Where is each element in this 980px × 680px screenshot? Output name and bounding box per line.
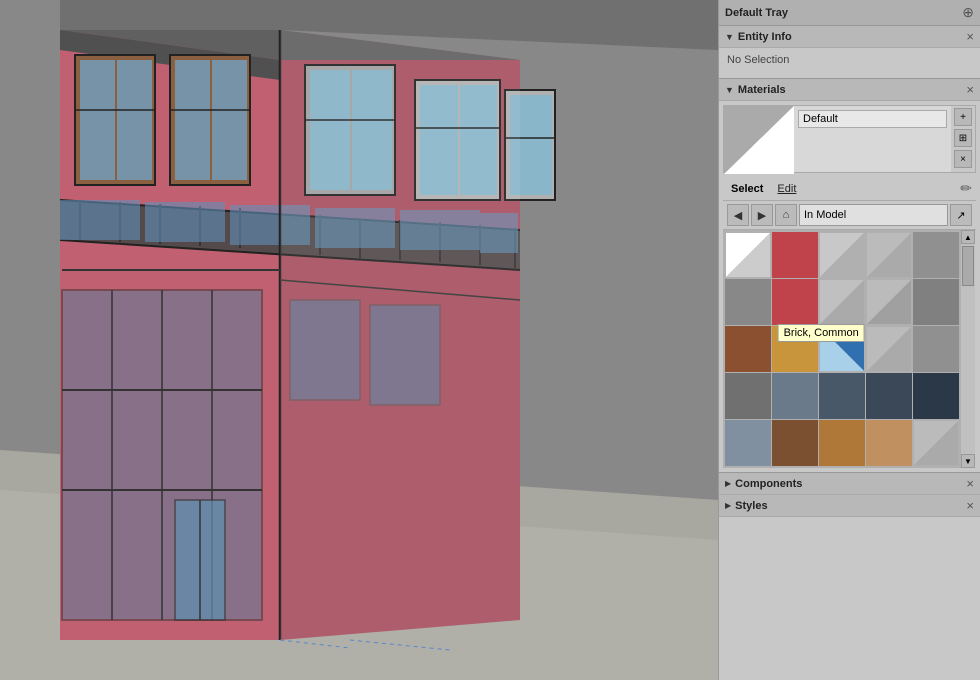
material-cell-2[interactable] xyxy=(819,232,865,278)
material-cell-21[interactable] xyxy=(772,420,818,466)
material-preview-row: + ⊞ × xyxy=(723,105,976,173)
material-side-icons: + ⊞ × xyxy=(951,106,975,172)
material-cell-9[interactable] xyxy=(913,279,959,325)
tray-title: Default Tray xyxy=(725,7,788,19)
entity-info-close[interactable]: × xyxy=(966,30,974,43)
tab-pencil-icon[interactable]: ✏ xyxy=(960,180,972,197)
material-grid-wrapper: Brick, Common xyxy=(723,230,976,468)
styles-close[interactable]: × xyxy=(966,498,974,513)
tab-select[interactable]: Select xyxy=(727,181,767,197)
nav-back-button[interactable]: ◀ xyxy=(727,204,749,226)
scroll-up-button[interactable]: ▲ xyxy=(961,230,975,244)
material-name-area xyxy=(794,106,951,172)
material-cell-18[interactable] xyxy=(866,373,912,419)
material-cell-14[interactable] xyxy=(913,326,959,372)
materials-close[interactable]: × xyxy=(966,83,974,96)
tray-header: Default Tray ⊕ xyxy=(719,0,980,26)
material-scrollbar[interactable]: ▲ ▼ xyxy=(961,230,975,468)
material-cell-3[interactable] xyxy=(866,232,912,278)
components-title: Components xyxy=(735,478,966,490)
materials-panel: ▼ Materials × + ⊞ × xyxy=(719,79,980,473)
entity-info-header[interactable]: ▼ Entity Info × xyxy=(719,26,980,48)
materials-title: Materials xyxy=(738,84,786,96)
material-cell-11[interactable] xyxy=(772,326,818,372)
components-close[interactable]: × xyxy=(966,476,974,491)
material-collection-dropdown[interactable]: In Model Colors Brick and Cladding xyxy=(799,204,948,226)
viewport-3d[interactable] xyxy=(0,0,718,680)
material-nav-row: ◀ ▶ ⌂ In Model Colors Brick and Cladding… xyxy=(723,201,976,230)
material-cell-20[interactable] xyxy=(725,420,771,466)
material-cell-1[interactable] xyxy=(772,232,818,278)
entity-info-body: No Selection xyxy=(719,48,980,78)
nav-forward-button[interactable]: ▶ xyxy=(751,204,773,226)
tray-pin-icon[interactable]: ⊕ xyxy=(962,4,974,21)
material-folder-icon[interactable]: ⊞ xyxy=(954,129,972,147)
materials-header[interactable]: ▼ Materials × xyxy=(719,79,980,101)
material-name-input[interactable] xyxy=(798,110,947,128)
materials-triangle: ▼ xyxy=(725,85,734,95)
material-cell-10[interactable] xyxy=(725,326,771,372)
materials-body: + ⊞ × Select Edit ✏ ◀ ▶ ⌂ In Model Color… xyxy=(719,101,980,472)
material-cell-4[interactable] xyxy=(913,232,959,278)
material-cell-12[interactable] xyxy=(819,326,865,372)
material-cell-0[interactable] xyxy=(725,232,771,278)
material-cell-19[interactable] xyxy=(913,373,959,419)
material-cell-22[interactable] xyxy=(819,420,865,466)
entity-info-triangle: ▼ xyxy=(725,32,734,42)
styles-section[interactable]: ▶ Styles × xyxy=(719,495,980,517)
material-cell-8[interactable] xyxy=(866,279,912,325)
material-cell-15[interactable] xyxy=(725,373,771,419)
entity-info-status: No Selection xyxy=(727,54,789,66)
material-cell-tooltip[interactable]: Brick, Common xyxy=(772,279,818,325)
components-triangle: ▶ xyxy=(725,479,731,488)
nav-sample-button[interactable]: ↗ xyxy=(950,204,972,226)
scroll-down-button[interactable]: ▼ xyxy=(961,454,975,468)
material-cell-17[interactable] xyxy=(819,373,865,419)
components-section[interactable]: ▶ Components × xyxy=(719,473,980,495)
material-delete-icon[interactable]: × xyxy=(954,150,972,168)
scroll-thumb[interactable] xyxy=(962,246,974,286)
material-new-icon[interactable]: + xyxy=(954,108,972,126)
material-cell-13[interactable] xyxy=(866,326,912,372)
entity-info-panel: ▼ Entity Info × No Selection xyxy=(719,26,980,79)
material-cell-16[interactable] xyxy=(772,373,818,419)
material-cell-5[interactable] xyxy=(725,279,771,325)
material-cell-24[interactable] xyxy=(913,420,959,466)
material-tabs-row: Select Edit ✏ xyxy=(723,177,976,201)
entity-info-title: Entity Info xyxy=(738,31,792,43)
material-grid: Brick, Common xyxy=(723,230,961,468)
styles-title: Styles xyxy=(735,500,966,512)
material-cell-7[interactable] xyxy=(819,279,865,325)
right-panel: Default Tray ⊕ ▼ Entity Info × No Select… xyxy=(718,0,980,680)
material-cell-23[interactable] xyxy=(866,420,912,466)
styles-triangle: ▶ xyxy=(725,501,731,510)
material-swatch xyxy=(724,106,794,174)
nav-home-button[interactable]: ⌂ xyxy=(775,204,797,226)
tab-edit[interactable]: Edit xyxy=(773,181,800,197)
